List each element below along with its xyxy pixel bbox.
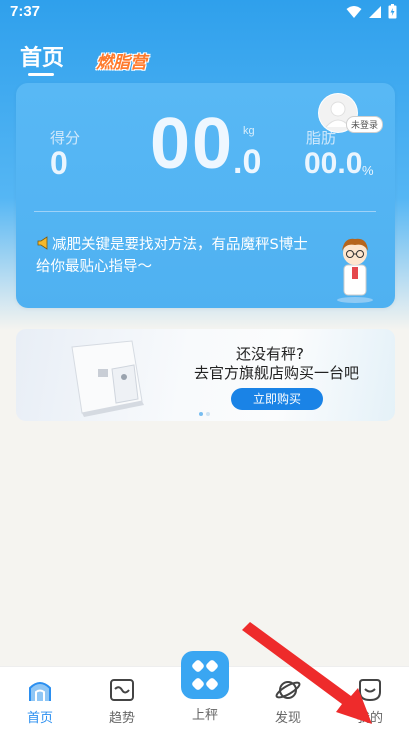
tab-home-underline [28,73,54,76]
nav-label-weigh-in: 上秤 [191,708,218,723]
weight-integer-value: 00 [150,104,235,184]
buy-now-button[interactable]: 立即购买 [231,388,323,410]
scale-weigh-icon [192,660,218,690]
fat-unit: % [362,163,374,178]
cellular-signal-icon [369,5,381,18]
weight-unit: kg [243,125,255,137]
weight-decimal-value: .0 [233,143,262,181]
pagination-dot[interactable] [206,412,210,416]
smart-scale-image [71,340,144,417]
buy-scale-banner[interactable]: 还没有秤? 去官方旗舰店购买一台吧 立即购买 [16,329,395,421]
tip-text-block: 减肥关键是要找对方法，有品魔秤S博士给你最贴心指导～ [36,234,316,278]
megaphone-icon [37,236,48,250]
banner-subtitle: 去官方旗舰店购买一台吧 [194,364,360,382]
nav-label-home: 首页 [26,711,53,726]
tip-text: 减肥关键是要找对方法，有品魔秤S博士给你最贴心指导～ [36,237,308,275]
nav-item-trend[interactable]: 趋势 [97,677,147,726]
banner-title: 还没有秤? [236,345,304,363]
login-status-badge[interactable]: 未登录 [346,116,384,133]
trend-icon [110,679,134,701]
status-bar: 7:37 [0,0,409,26]
status-time: 7:37 [10,3,41,20]
card-divider [34,211,376,212]
status-icons [346,4,397,19]
fat-value: 00.0 [304,147,363,180]
weigh-in-button[interactable] [181,651,229,699]
battery-charging-icon [388,4,397,19]
score-value: 0 [50,145,68,181]
tab-home[interactable]: 首页 [20,40,64,72]
doctor-mascot-icon [337,238,373,303]
annotation-arrow-icon [242,622,372,724]
wifi-icon [346,5,362,18]
nav-label-trend: 趋势 [108,711,135,726]
home-icon [29,682,51,701]
nav-item-home[interactable]: 首页 [15,677,65,726]
weight-summary-card: 得分 0 00 kg .0 脂肪 00.0 % 未登录 减肥关键是要找对方法，有… [16,83,395,308]
banner-pagination [199,412,210,416]
tab-fat-camp[interactable]: 燃脂营 [96,48,147,73]
pagination-dot-active[interactable] [199,412,203,416]
